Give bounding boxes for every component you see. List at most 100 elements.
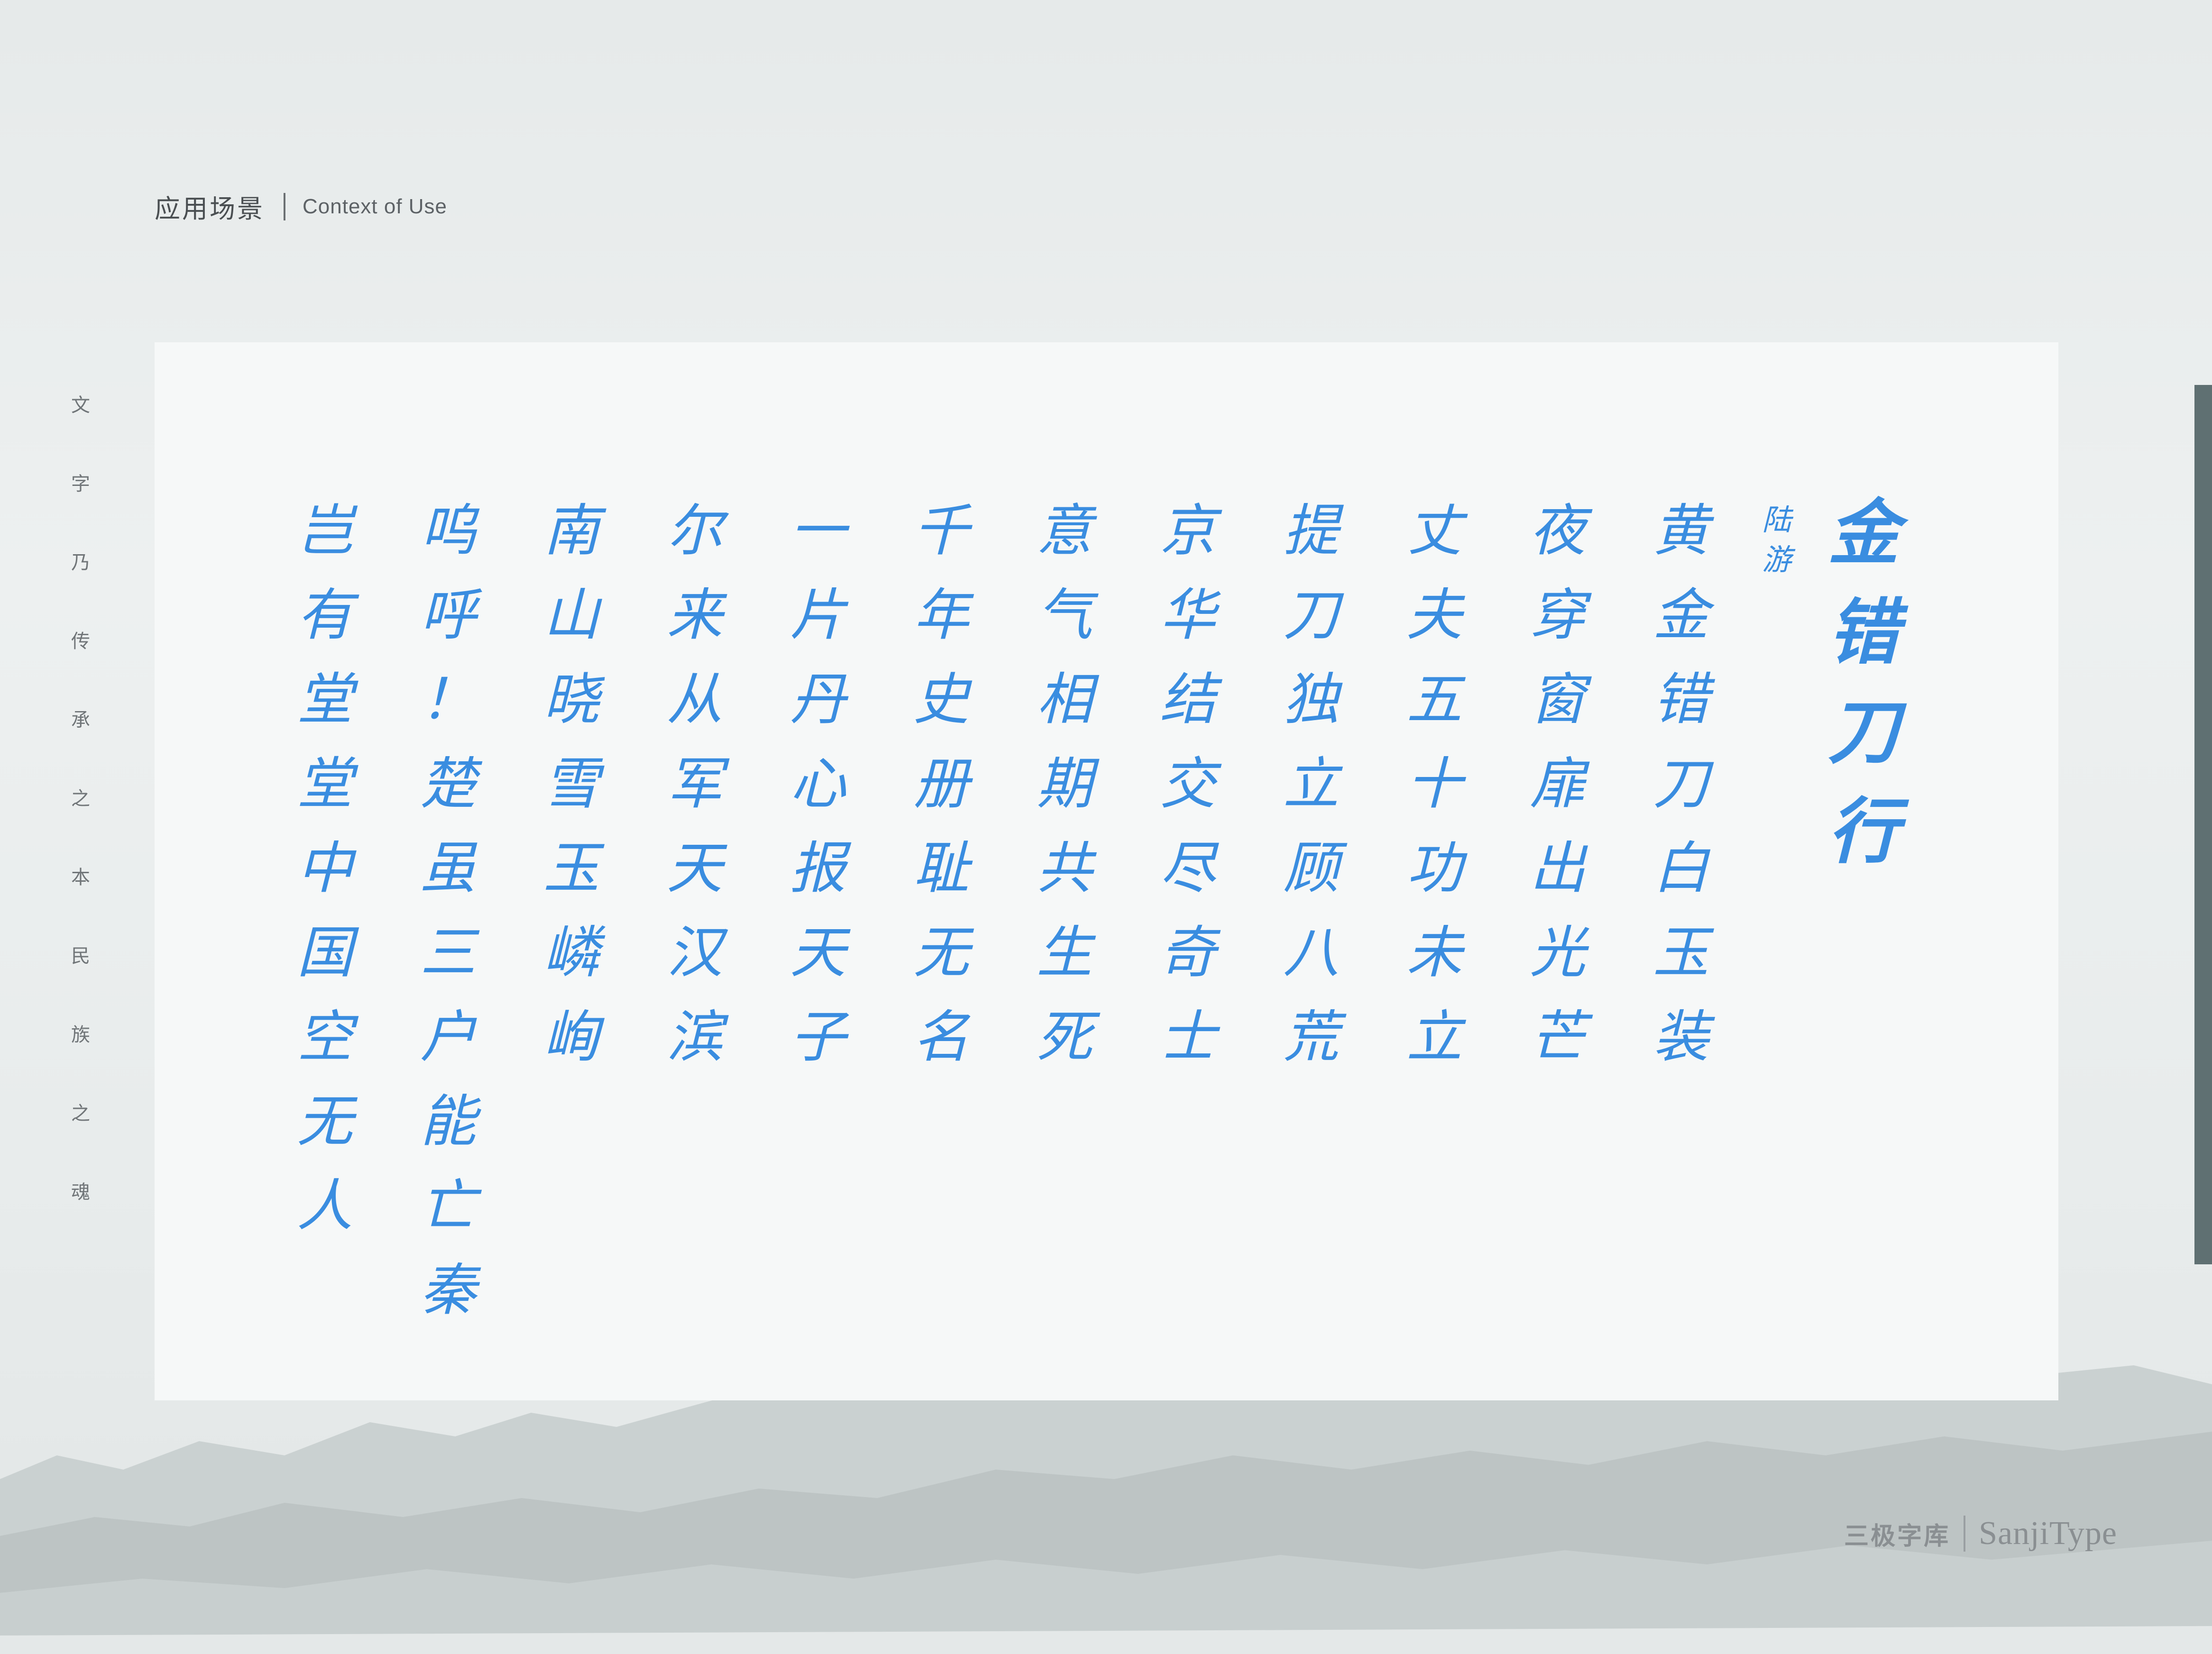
poem-column: 京华结交尽奇士	[1155, 488, 1221, 1079]
poem-title-char: 刀	[1828, 691, 1900, 774]
poem-char: 期	[1036, 751, 1092, 816]
poem-char: 从	[666, 667, 723, 732]
poem-char: 相	[1036, 667, 1092, 732]
poem-char: 荒	[1283, 1004, 1339, 1069]
poem-char: 空	[296, 1004, 353, 1069]
poem-char: 立	[1406, 1004, 1462, 1069]
brand-name-zh: 三极字库	[1844, 1522, 1951, 1551]
poem-char: 未	[1406, 920, 1462, 985]
poem-char: 提	[1283, 498, 1339, 563]
side-slogan-char: 传	[71, 631, 90, 652]
poem-char: 意	[1036, 498, 1092, 563]
poem-char: 金	[1652, 582, 1709, 648]
poem-char: 片	[789, 582, 846, 648]
poem-char: 耻	[913, 835, 969, 901]
poem-author-char: 陆	[1762, 503, 1791, 537]
poem-char: 秦	[420, 1257, 476, 1323]
side-slogan-char: 文	[71, 394, 90, 416]
section-title-en: Context of Use	[303, 194, 448, 218]
poem-char: 死	[1036, 1004, 1092, 1069]
header-divider	[284, 192, 285, 220]
poem-char: 中	[296, 835, 353, 901]
poem-char: 三	[420, 920, 476, 985]
poem-char: 嶙	[543, 920, 599, 985]
poem-char: 功	[1406, 835, 1462, 901]
right-accent-bar	[2194, 385, 2212, 1264]
poem-char: 册	[913, 751, 969, 816]
poem-char: 史	[913, 667, 969, 732]
poem-char: 共	[1036, 835, 1092, 901]
poem-char: 五	[1406, 667, 1462, 732]
poem-char: 丹	[789, 667, 846, 732]
poem-column: 千年史册耻无名	[908, 488, 974, 1079]
poem-char: 岂	[296, 498, 353, 563]
poem-char: 呜	[420, 498, 476, 563]
poem-char: 刀	[1652, 751, 1709, 816]
side-slogan-char: 民	[71, 945, 90, 967]
poem-char: 南	[543, 498, 599, 563]
poem-column: 意气相期共生死	[1031, 488, 1098, 1079]
poem-char: 京	[1159, 498, 1216, 563]
poem-char: 八	[1283, 920, 1339, 985]
brand-name-en: SanjiType	[1979, 1515, 2117, 1552]
side-slogan-char: 之	[71, 1103, 90, 1124]
poem-char: 玉	[1652, 920, 1709, 985]
poem-char: 刀	[1283, 582, 1339, 648]
poem-char: 芒	[1529, 1004, 1586, 1069]
poem-char: 有	[296, 582, 353, 648]
poem-char: 来	[666, 582, 723, 648]
side-slogan: 文 字 乃 传 承 之 本 民 族 之 魂	[71, 393, 90, 1259]
poem-char: 交	[1159, 751, 1216, 816]
side-slogan-char: 乃	[71, 552, 90, 574]
brand-divider	[1964, 1516, 1966, 1552]
poem-char: 报	[789, 835, 846, 901]
poem-column: 呜呼 ！ 楚虽三户能亡秦	[415, 488, 481, 1332]
poem-char: 奇	[1159, 920, 1216, 985]
poem-char: 能	[420, 1088, 476, 1154]
poem-char: 名	[913, 1004, 969, 1069]
poem-column: 丈夫五十功未立	[1401, 488, 1468, 1079]
side-slogan-char: 魂	[71, 1181, 90, 1203]
poem-char: 出	[1529, 835, 1586, 901]
poem-char: 黄	[1652, 498, 1709, 563]
poem-char: 立	[1283, 751, 1339, 816]
side-slogan-char: 本	[71, 867, 90, 888]
poem-char: 天	[789, 920, 846, 985]
section-header: 应用场景 Context of Use	[155, 188, 447, 225]
poem-char: 无	[913, 920, 969, 985]
poem-char: 天	[666, 835, 723, 901]
poem-char: 尔	[666, 498, 723, 563]
poem-char: 穿	[1529, 582, 1586, 648]
poem-column: 夜穿窗扉出光芒	[1524, 488, 1591, 1079]
poem-char: 生	[1036, 920, 1092, 985]
poem-column: 岂有堂堂中国空无人	[292, 488, 358, 1248]
poem-char: 雪	[543, 751, 599, 816]
poem-column: 一片丹心报天子	[785, 488, 851, 1079]
poem-char: 光	[1529, 920, 1586, 985]
poem-char: 山	[543, 582, 599, 648]
poem-title-char: 错	[1828, 592, 1900, 674]
poem-char: 白	[1652, 835, 1709, 901]
side-slogan-char: 族	[71, 1024, 90, 1046]
poem-char: 无	[296, 1088, 353, 1154]
poem-char: 顾	[1283, 835, 1339, 901]
poem-char: 楚	[420, 751, 476, 816]
poem-char: 十	[1406, 751, 1462, 816]
poem-char: 心	[789, 751, 846, 816]
poem-char: 窗	[1529, 667, 1586, 732]
poem-char: 堂	[296, 751, 353, 816]
poem-char: 夜	[1529, 498, 1586, 563]
poem-char: 士	[1159, 1004, 1216, 1069]
poem-char: 尽	[1159, 835, 1216, 901]
poem-char: 扉	[1529, 751, 1586, 816]
poem-char: 独	[1283, 667, 1339, 732]
poem-char: 人	[296, 1173, 353, 1238]
poem-title-char: 金	[1828, 492, 1900, 575]
poem-char: 错	[1652, 667, 1709, 732]
poem-char: 汉	[666, 920, 723, 985]
poem-char: 丈	[1406, 498, 1462, 563]
poem-column: 尔来从军天汉滨	[661, 488, 728, 1079]
poem-char: 呼	[420, 582, 476, 648]
side-slogan-char: 之	[71, 788, 90, 810]
poem-column: 南山晓雪玉嶙峋	[538, 488, 605, 1079]
